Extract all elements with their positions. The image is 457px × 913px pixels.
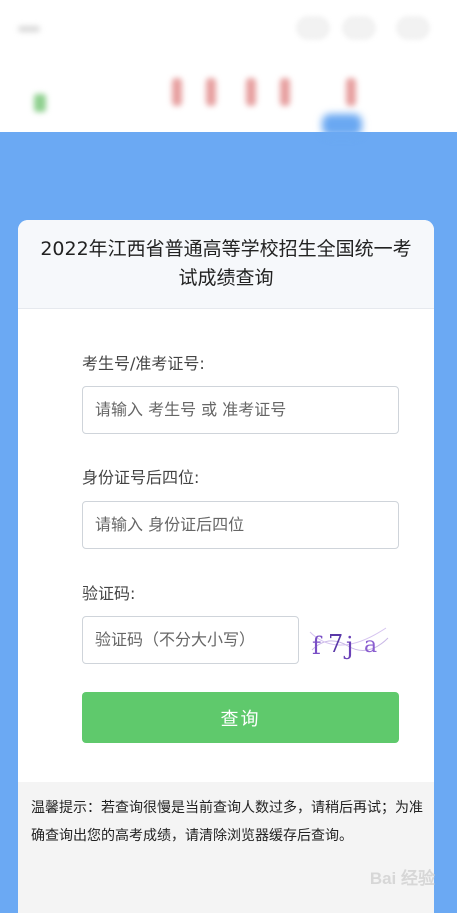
captcha-char-2: 7 — [328, 630, 343, 658]
signal-icon — [18, 26, 40, 32]
banner-blue-mark — [322, 114, 362, 136]
banner-logo-fragment — [172, 78, 182, 106]
banner-logo-fragment — [206, 78, 216, 106]
captcha-placeholder: 验证码（不分大小写） — [95, 630, 256, 649]
id-last-four-label: 身份证号后四位: — [82, 468, 200, 487]
exam-number-label: 考生号/准考证号: — [82, 354, 205, 373]
banner-logo-fragment — [280, 78, 290, 106]
captcha-image[interactable]: f 7 j a — [308, 620, 390, 664]
menu-icon — [396, 16, 430, 40]
captcha-char-1: f — [312, 632, 323, 660]
captcha-char-3: j — [343, 632, 353, 660]
status-bar — [0, 0, 457, 58]
query-button[interactable]: 查询 — [82, 692, 399, 743]
captcha-label: 验证码: — [82, 584, 136, 603]
captcha-char-4: a — [364, 633, 377, 658]
page-title: 2022年江西省普通高等学校招生全国统一考试成绩查询 — [40, 238, 412, 289]
tips-box: 温馨提示：若查询很慢是当前查询人数过多，请稍后再试；为准确查询出您的高考成绩，请… — [18, 782, 434, 913]
id-last-four-placeholder: 请输入 身份证后四位 — [95, 515, 245, 534]
battery-icon — [296, 16, 330, 40]
captcha-input[interactable]: 验证码（不分大小写） — [82, 616, 299, 664]
id-last-four-input[interactable]: 请输入 身份证后四位 — [82, 501, 399, 549]
banner-logo-fragment — [346, 78, 356, 106]
banner-green-mark — [34, 94, 46, 112]
wifi-icon — [342, 16, 376, 40]
banner-logo-fragment — [246, 78, 256, 106]
query-card: 2022年江西省普通高等学校招生全国统一考试成绩查询 考生号/准考证号: 请输入… — [18, 220, 434, 913]
exam-number-placeholder: 请输入 考生号 或 准考证号 — [95, 400, 287, 419]
tips-text: 温馨提示：若查询很慢是当前查询人数过多，请稍后再试；为准确查询出您的高考成绩，请… — [31, 800, 423, 844]
watermark: Bai 经验 — [369, 869, 435, 888]
exam-number-input[interactable]: 请输入 考生号 或 准考证号 — [82, 386, 399, 434]
card-header: 2022年江西省普通高等学校招生全国统一考试成绩查询 — [18, 220, 434, 309]
header-banner — [0, 58, 457, 132]
